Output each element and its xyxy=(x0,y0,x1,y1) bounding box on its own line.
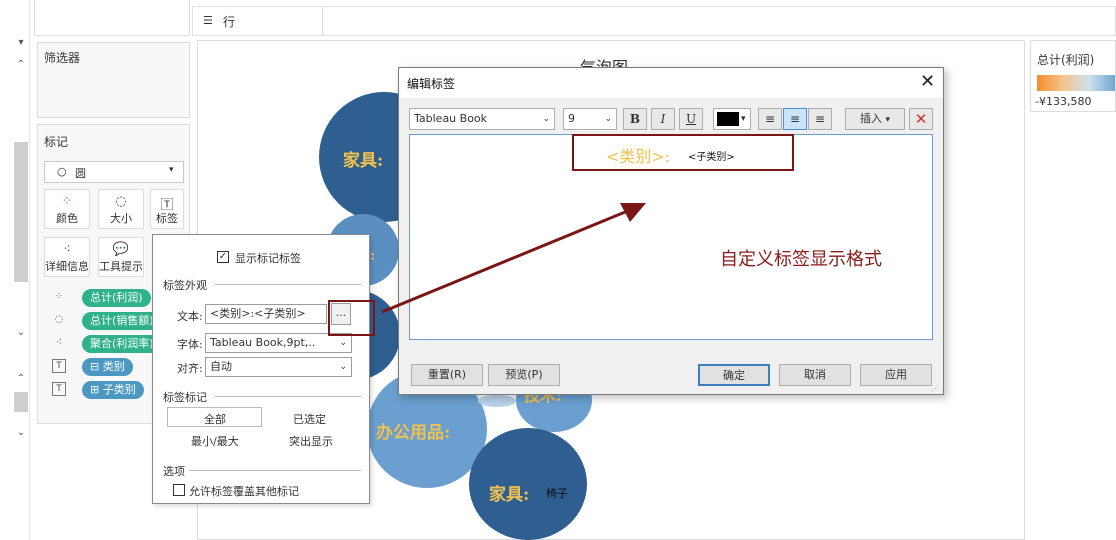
annotation-arrow xyxy=(381,203,646,314)
annotation-text: 自定义标签显示格式 xyxy=(720,249,882,270)
